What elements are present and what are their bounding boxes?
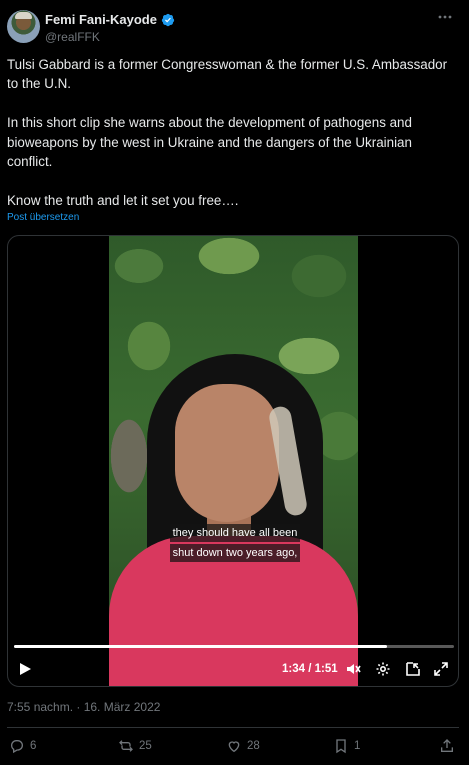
- play-icon[interactable]: [16, 660, 34, 678]
- video-frame[interactable]: [109, 236, 358, 686]
- verified-badge-icon: [161, 13, 175, 26]
- video-progress-bar[interactable]: [14, 645, 454, 648]
- settings-icon[interactable]: [374, 660, 392, 678]
- share-button[interactable]: [439, 738, 455, 754]
- divider: [7, 727, 459, 728]
- repost-button[interactable]: 25: [118, 738, 152, 754]
- tweet-timestamp[interactable]: 7:55 nachm. · 16. März 2022: [7, 700, 160, 714]
- author-handle[interactable]: @realFFK: [45, 30, 100, 44]
- repost-icon: [119, 740, 133, 752]
- author-name-row[interactable]: Femi Fani-Kayode: [45, 12, 175, 27]
- reply-button[interactable]: 6: [9, 738, 36, 754]
- bookmark-icon: [336, 739, 346, 754]
- author-display-name[interactable]: Femi Fani-Kayode: [45, 12, 157, 27]
- avatar[interactable]: [7, 10, 40, 43]
- tweet-text: Tulsi Gabbard is a former Congresswoman …: [7, 55, 459, 210]
- caption-line: they should have all been: [169, 524, 301, 542]
- repost-count: 25: [139, 740, 152, 752]
- pip-icon[interactable]: [404, 660, 422, 678]
- tweet-paragraph: In this short clip she warns about the d…: [7, 115, 412, 170]
- tweet-paragraph: Know the truth and let it set you free….: [7, 192, 239, 208]
- tweet-actions: 6 25 28 1: [7, 738, 459, 758]
- video-person-face: [175, 384, 279, 522]
- reply-icon: [11, 740, 23, 754]
- reply-count: 6: [30, 740, 37, 752]
- more-icon[interactable]: [436, 10, 454, 24]
- volume-icon[interactable]: [344, 660, 362, 678]
- share-icon: [441, 739, 453, 752]
- tweet-header: Femi Fani-Kayode @realFFK: [7, 10, 462, 46]
- fullscreen-icon[interactable]: [432, 660, 450, 678]
- tweet-paragraph: Tulsi Gabbard is a former Congresswoman …: [7, 57, 448, 92]
- translate-link[interactable]: Post übersetzen: [7, 212, 79, 223]
- like-button[interactable]: 28: [226, 738, 260, 754]
- video-player[interactable]: they should have all been shut down two …: [7, 235, 459, 687]
- like-icon: [228, 741, 240, 753]
- video-controls: 1:34 / 1:51: [8, 654, 458, 682]
- like-count: 28: [247, 740, 260, 752]
- video-caption: they should have all been shut down two …: [166, 523, 304, 563]
- bookmark-button[interactable]: 1: [333, 738, 360, 754]
- bookmark-count: 1: [354, 740, 361, 752]
- caption-line: shut down two years ago,: [169, 544, 301, 562]
- video-time: 1:34 / 1:51: [282, 663, 338, 675]
- video-progress-fill: [14, 645, 388, 648]
